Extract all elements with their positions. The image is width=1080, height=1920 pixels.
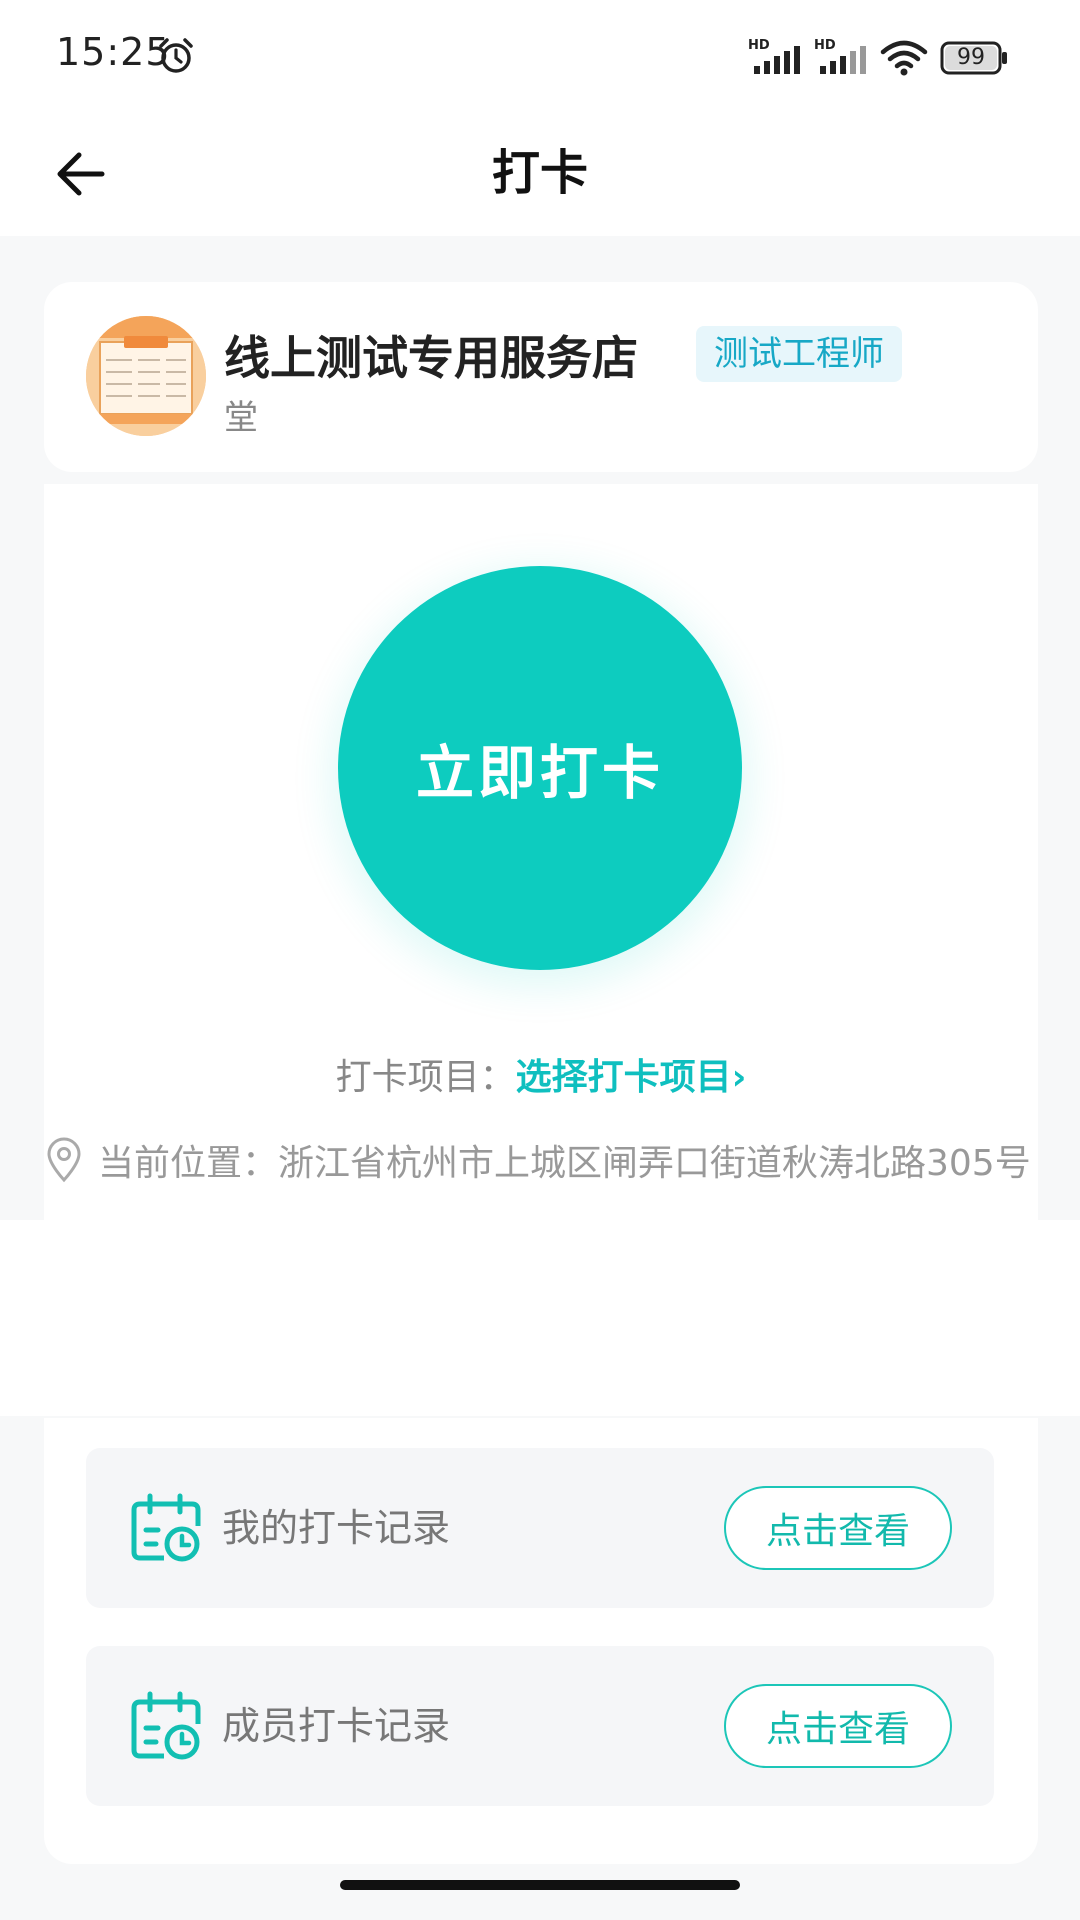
member-records-label: 成员打卡记录 bbox=[222, 1704, 451, 1748]
status-icons: HD HD 99 bbox=[748, 38, 1010, 78]
battery-icon: 99 bbox=[940, 41, 1010, 75]
location-row: 当前位置：浙江省杭州市上城区闸弄口街道秋涛北路305号 bbox=[44, 1134, 1080, 1186]
current-location-text: 当前位置：浙江省杭州市上城区闸弄口街道秋涛北路305号 bbox=[98, 1143, 1031, 1184]
page-title: 打卡 bbox=[491, 145, 588, 201]
calendar-clock-icon bbox=[131, 1493, 201, 1562]
my-records-label: 我的打卡记录 bbox=[222, 1506, 451, 1550]
alarm-clock-icon bbox=[159, 38, 193, 73]
view-member-records-button[interactable]: 点击查看 bbox=[724, 1684, 952, 1768]
wifi-icon bbox=[880, 40, 928, 76]
store-name-continued: 堂 bbox=[224, 398, 258, 438]
role-badge: 测试工程师 bbox=[696, 326, 902, 382]
store-card: 线上测试专用服务店 测试工程师 堂 bbox=[44, 282, 1038, 472]
view-my-records-button[interactable]: 点击查看 bbox=[724, 1486, 952, 1570]
cell-signal-icon: HD bbox=[748, 38, 802, 76]
calendar-clock-icon bbox=[131, 1691, 201, 1760]
home-indicator[interactable] bbox=[340, 1880, 740, 1890]
punch-item-row: 打卡项目：选择打卡项目› bbox=[44, 1048, 1038, 1100]
punch-panel: 立即打卡 打卡项目：选择打卡项目› 当前位置：浙江省杭州市上城区闸弄口街道秋涛北… bbox=[44, 484, 1038, 1220]
arrow-left-icon bbox=[57, 152, 105, 196]
member-records-card: 成员打卡记录 点击查看 bbox=[86, 1646, 994, 1806]
status-time: 15:25 bbox=[56, 30, 171, 74]
location-pin-icon bbox=[47, 1137, 81, 1183]
store-name: 线上测试专用服务店 bbox=[224, 331, 638, 385]
nav-bar: 打卡 bbox=[0, 110, 1080, 236]
records-panel: 我的打卡记录 点击查看 成员打卡记录 点击查看 bbox=[44, 1418, 1038, 1864]
battery-level: 99 bbox=[957, 45, 985, 70]
store-avatar bbox=[86, 316, 206, 436]
punch-item-label: 打卡项目： bbox=[335, 1057, 516, 1098]
my-records-card: 我的打卡记录 点击查看 bbox=[86, 1448, 994, 1608]
status-bar: 15:25 HD HD 99 bbox=[0, 0, 1080, 110]
select-punch-item-link[interactable]: 选择打卡项目› bbox=[516, 1057, 747, 1098]
cell-signal-icon-2: HD bbox=[814, 38, 868, 76]
spacer-section bbox=[0, 1220, 1080, 1416]
back-button[interactable] bbox=[40, 134, 120, 214]
punch-now-button[interactable]: 立即打卡 bbox=[338, 566, 742, 970]
